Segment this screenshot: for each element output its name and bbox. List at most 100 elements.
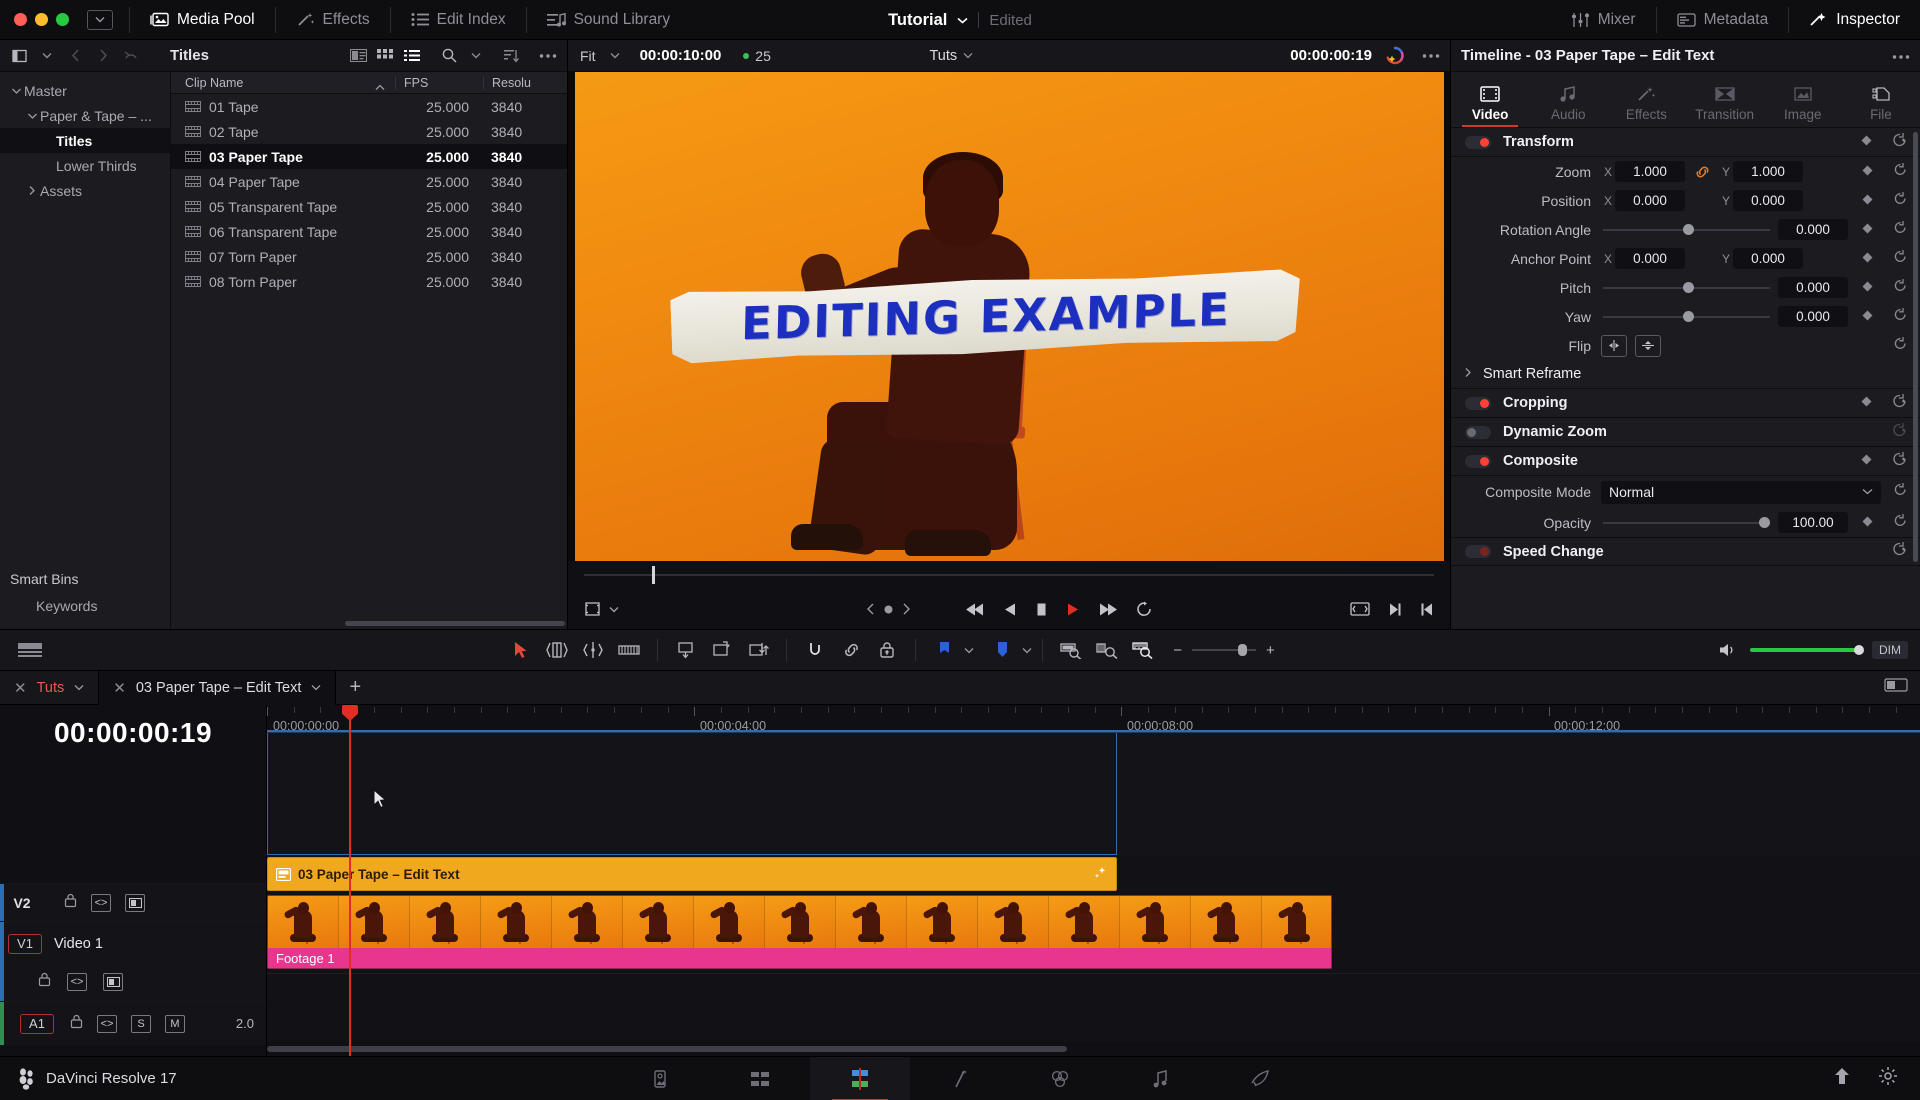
zoom-in-button[interactable]: +	[1266, 642, 1275, 659]
clip-row[interactable]: 02 Tape 25.000 3840	[171, 119, 567, 144]
section-speed-change-header[interactable]: Speed Change	[1451, 537, 1920, 566]
reset-all-icon[interactable]	[1892, 451, 1908, 472]
custom-zoom-icon[interactable]	[1125, 635, 1161, 665]
clip-row[interactable]: 05 Transparent Tape 25.000 3840	[171, 194, 567, 219]
reset-all-icon[interactable]	[1892, 541, 1908, 562]
chevron-down-icon[interactable]	[8, 88, 24, 94]
rotation-value-field[interactable]: 0.000	[1778, 219, 1848, 240]
page-deliver[interactable]	[1210, 1057, 1310, 1100]
bin-item-assets[interactable]: Assets	[0, 178, 170, 203]
bin-item-paper-tape[interactable]: Paper & Tape – ...	[0, 103, 170, 128]
timeline-tab-tuts[interactable]: ✕ Tuts	[0, 670, 100, 705]
insert-clip-icon[interactable]	[668, 635, 704, 665]
slider-knob[interactable]	[1683, 311, 1695, 322]
detail-zoom-icon[interactable]	[1089, 635, 1125, 665]
speed-change-enable-toggle[interactable]	[1465, 545, 1491, 558]
keyframe-icon[interactable]	[1862, 252, 1873, 266]
chevron-down-icon[interactable]	[24, 113, 40, 119]
auto-select-track-icon[interactable]: <>	[97, 1014, 117, 1033]
keyframe-icon[interactable]	[1862, 516, 1873, 530]
clip-row[interactable]: 03 Paper Tape 25.000 3840	[171, 144, 567, 169]
section-smart-reframe-header[interactable]: Smart Reframe	[1451, 360, 1920, 389]
dim-button[interactable]: DIM	[1872, 641, 1908, 659]
page-fusion[interactable]	[910, 1057, 1010, 1100]
bin-item-master[interactable]: Master	[0, 78, 170, 103]
reset-all-icon[interactable]	[1892, 132, 1908, 153]
minimize-window-button[interactable]	[35, 13, 48, 26]
reset-icon[interactable]	[1893, 482, 1908, 502]
play-reverse-button[interactable]	[1003, 602, 1017, 617]
reset-icon[interactable]	[1893, 513, 1908, 533]
chevron-right-icon[interactable]	[1465, 368, 1483, 380]
lock-track-icon[interactable]	[869, 635, 905, 665]
snapping-icon[interactable]	[797, 635, 833, 665]
column-fps[interactable]: FPS	[395, 75, 483, 90]
zoom-x-field[interactable]: 1.000	[1615, 161, 1685, 182]
replace-clip-icon[interactable]	[740, 635, 776, 665]
enable-video-track-icon[interactable]	[125, 893, 145, 912]
tab-file[interactable]: File	[1842, 85, 1920, 127]
timeline-clip-footage[interactable]: Footage 1	[267, 895, 1332, 969]
effects-button[interactable]: Effects	[282, 0, 384, 40]
timeline-horizontal-scrollbar[interactable]	[267, 1042, 1920, 1056]
close-icon[interactable]: ✕	[14, 679, 27, 697]
anchor-y-field[interactable]: 0.000	[1733, 248, 1803, 269]
viewer-scrubber[interactable]	[568, 561, 1450, 589]
timeline-view-options-button[interactable]	[0, 641, 60, 659]
slider-knob[interactable]	[1683, 224, 1695, 235]
tab-image[interactable]: Image	[1764, 85, 1842, 127]
metadata-view-icon[interactable]	[345, 44, 371, 68]
zoom-to-fit-icon[interactable]	[1053, 635, 1089, 665]
viewer-image[interactable]: EDITING EXAMPLE	[568, 72, 1450, 561]
clip-row[interactable]: 07 Torn Paper 25.000 3840	[171, 244, 567, 269]
track-id-a1[interactable]: A1	[20, 1013, 54, 1034]
section-dynamic-zoom-header[interactable]: Dynamic Zoom	[1451, 418, 1920, 447]
keyframe-icon[interactable]	[1861, 454, 1872, 468]
opacity-value-field[interactable]: 100.00	[1778, 512, 1848, 533]
close-icon[interactable]: ✕	[113, 679, 126, 697]
keyframe-icon[interactable]	[1862, 281, 1873, 295]
bin-item-titles[interactable]: Titles	[0, 128, 170, 153]
sound-library-button[interactable]: Sound Library	[533, 0, 685, 40]
project-name[interactable]: Tutorial	[888, 11, 947, 30]
loop-button[interactable]	[1136, 601, 1153, 617]
toggle-bin-list-icon[interactable]	[6, 44, 32, 68]
bin-item-lower-thirds[interactable]: Lower Thirds	[0, 153, 170, 178]
jump-to-start-button[interactable]	[965, 602, 985, 617]
add-timeline-button[interactable]: +	[336, 676, 374, 699]
edit-index-button[interactable]: Edit Index	[397, 0, 520, 40]
track-header-v2[interactable]: V2 <>	[0, 883, 266, 921]
timeline-playhead[interactable]	[342, 705, 358, 1056]
zoom-y-field[interactable]: 1.000	[1733, 161, 1803, 182]
trim-edit-icon[interactable]	[539, 635, 575, 665]
zoom-slider-track[interactable]	[1192, 644, 1256, 656]
reset-icon[interactable]	[1893, 162, 1908, 182]
section-transform-header[interactable]: Transform	[1451, 128, 1920, 157]
timeline-canvas[interactable]: 00:00:00:00 00:00:04:00 00:00:08:00 00:0…	[267, 705, 1920, 1056]
dynamic-zoom-enable-toggle[interactable]	[1465, 425, 1491, 439]
rotation-slider[interactable]	[1603, 219, 1770, 240]
anchor-x-field[interactable]: 0.000	[1615, 248, 1685, 269]
zoom-slider-knob[interactable]	[1238, 644, 1247, 656]
track-row-a1[interactable]	[267, 973, 1920, 1017]
sort-order-icon[interactable]	[498, 44, 524, 68]
audio-level-meter[interactable]	[1750, 645, 1864, 655]
metadata-button[interactable]: Metadata	[1663, 0, 1783, 40]
column-clip-name[interactable]: Clip Name	[171, 76, 395, 90]
keyframe-icon[interactable]	[1862, 223, 1873, 237]
flip-horizontal-button[interactable]	[1601, 334, 1627, 357]
track-id-v1[interactable]: V1	[8, 933, 42, 954]
cropping-enable-toggle[interactable]	[1465, 396, 1491, 410]
section-cropping-header[interactable]: Cropping	[1451, 389, 1920, 418]
page-color[interactable]	[1010, 1057, 1110, 1100]
opacity-slider[interactable]	[1603, 512, 1770, 533]
play-forward-button[interactable]	[1066, 602, 1080, 617]
section-composite-header[interactable]: Composite	[1451, 447, 1920, 476]
linked-selection-icon[interactable]	[833, 635, 869, 665]
keyframe-icon[interactable]	[1862, 194, 1873, 208]
flag-icon[interactable]	[926, 635, 962, 665]
inspector-more-options-icon[interactable]	[1892, 47, 1910, 65]
zoom-out-button[interactable]: −	[1173, 642, 1182, 659]
blade-edit-icon[interactable]	[611, 635, 647, 665]
timeline-clip-title[interactable]: 03 Paper Tape – Edit Text	[267, 857, 1117, 891]
